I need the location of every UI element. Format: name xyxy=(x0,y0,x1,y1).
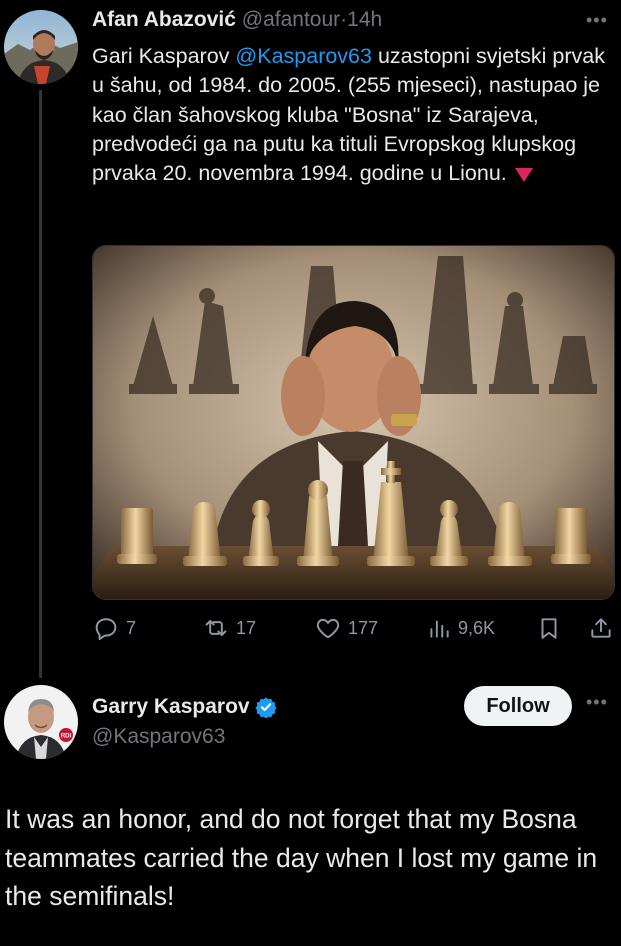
mention-link[interactable]: @Kasparov63 xyxy=(235,44,372,68)
avatar[interactable] xyxy=(4,10,78,84)
ellipsis-icon[interactable]: ••• xyxy=(586,692,608,713)
share-button[interactable] xyxy=(588,612,614,644)
share-icon xyxy=(591,618,611,638)
red-triangle-down-icon xyxy=(514,167,533,182)
avatar-badge: RDI xyxy=(61,734,72,740)
tweet-text: Gari Kasparov @Kasparov63 uzastopni svje… xyxy=(92,42,617,188)
thread-connector-line xyxy=(39,90,42,678)
repost-button[interactable]: 17 xyxy=(202,612,256,644)
author-name[interactable]: Afan Abazović xyxy=(92,8,236,31)
repost-icon xyxy=(205,620,227,636)
follow-button[interactable]: Follow xyxy=(464,686,572,726)
timestamp[interactable]: 14h xyxy=(347,8,382,31)
heart-icon xyxy=(316,618,340,639)
tweet-actions: 7 17 177 9,6K xyxy=(92,612,617,646)
tweet-text: It was an honor, and do not forget that … xyxy=(5,804,598,911)
views-count: 9,6K xyxy=(458,617,496,638)
views-button[interactable]: 9,6K xyxy=(426,612,495,644)
repost-count: 17 xyxy=(236,617,257,638)
ellipsis-icon[interactable]: ••• xyxy=(586,10,608,31)
tweet-image[interactable] xyxy=(92,245,615,600)
avatar[interactable]: RDI xyxy=(4,685,78,759)
views-chart-icon xyxy=(430,620,449,638)
like-button[interactable]: 177 xyxy=(314,612,378,644)
reply-count: 7 xyxy=(126,617,137,638)
tweet-header: Afan Abazović @afantour·14h xyxy=(92,5,382,35)
verified-badge-icon xyxy=(254,697,277,718)
author-handle[interactable]: @Kasparov63 xyxy=(92,722,225,752)
reply-button[interactable]: 7 xyxy=(92,612,136,644)
reply-icon xyxy=(95,618,117,641)
bookmark-icon xyxy=(541,618,557,639)
author-name[interactable]: Garry Kasparov xyxy=(92,692,250,722)
author-handle[interactable]: @afantour xyxy=(242,8,340,31)
author-name-row: Garry Kasparov xyxy=(92,692,277,722)
like-count: 177 xyxy=(348,617,379,638)
bookmark-button[interactable] xyxy=(536,612,562,644)
tweet-text-part: Gari Kasparov xyxy=(92,44,236,68)
